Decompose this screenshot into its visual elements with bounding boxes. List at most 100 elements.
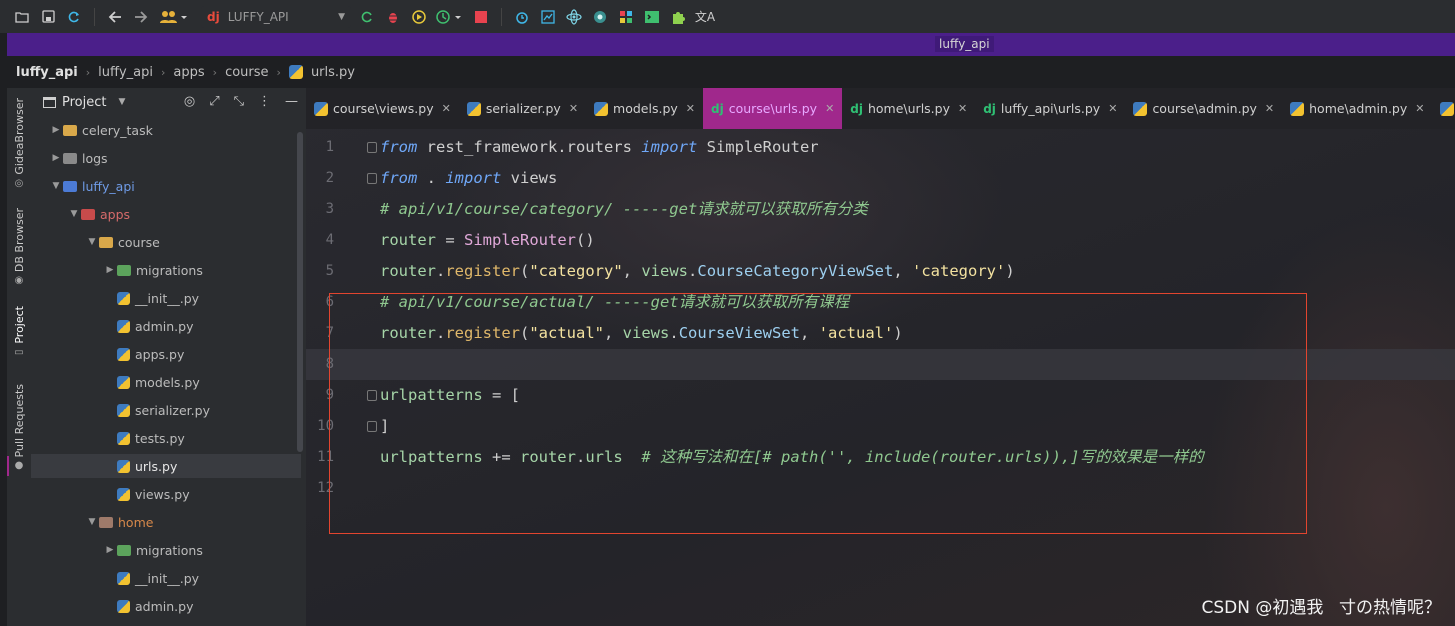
code-line[interactable]: 3 # api/v1/course/category/ -----get请求就可以… xyxy=(306,194,1455,225)
record-icon[interactable] xyxy=(590,7,610,27)
close-icon[interactable]: ✕ xyxy=(569,102,578,115)
forward-arrow-icon[interactable] xyxy=(131,7,151,27)
strip-project[interactable]: Project ▭ xyxy=(7,306,31,359)
chevron-right-icon[interactable]: ▶ xyxy=(103,545,117,555)
sync-icon[interactable] xyxy=(64,7,84,27)
breadcrumb-root[interactable]: luffy_api xyxy=(16,65,78,80)
tree-item[interactable]: __init__.py xyxy=(31,286,301,310)
options-icon[interactable]: ⋮ xyxy=(258,94,271,109)
breadcrumb-item[interactable]: apps xyxy=(173,65,204,80)
code-line[interactable]: 8 xyxy=(306,349,1455,380)
chevron-down-icon[interactable]: ▼ xyxy=(118,97,125,107)
code-line[interactable]: 7 router.register("actual", views.CourseV… xyxy=(306,318,1455,349)
close-icon[interactable]: ✕ xyxy=(1415,102,1424,115)
locate-icon[interactable]: ◎ xyxy=(184,94,195,109)
tree-item[interactable]: views.py xyxy=(31,482,301,506)
tree-item[interactable]: apps.py xyxy=(31,342,301,366)
tree-item[interactable]: ▶ celery_task xyxy=(31,118,301,142)
breadcrumb-item[interactable]: urls.py xyxy=(311,65,355,80)
run-with-coverage-icon[interactable] xyxy=(409,7,429,27)
tree-item[interactable]: ▶ migrations xyxy=(31,258,301,282)
code-token: views xyxy=(641,262,689,280)
toolbar-separator xyxy=(94,7,95,26)
profile-dropdown-icon[interactable] xyxy=(435,7,465,27)
terminal-icon[interactable] xyxy=(642,7,662,27)
layout-icon[interactable] xyxy=(616,7,636,27)
close-icon[interactable]: ✕ xyxy=(686,102,695,115)
editor-tab[interactable]: serializer.py ✕ xyxy=(459,88,586,129)
chevron-down-icon[interactable]: ▼ xyxy=(67,209,81,219)
code-line[interactable]: 1 from rest_framework.routers import Simp… xyxy=(306,132,1455,163)
editor-tab[interactable]: course\views.py ✕ xyxy=(306,88,459,129)
users-dropdown-icon[interactable] xyxy=(157,7,191,27)
chevron-right-icon[interactable]: ▶ xyxy=(49,153,63,163)
tree-item[interactable]: admin.py xyxy=(31,594,301,618)
collapse-all-icon[interactable]: ⤡ xyxy=(234,94,244,109)
editor-tab[interactable]: home\admin.py ✕ xyxy=(1282,88,1432,129)
tree-item[interactable]: models.py xyxy=(31,370,301,394)
open-folder-icon[interactable] xyxy=(12,7,32,27)
code-token: . xyxy=(575,448,586,466)
code-line[interactable]: 10] xyxy=(306,411,1455,442)
rerun-icon[interactable] xyxy=(357,7,377,27)
translate-icon[interactable]: 文A xyxy=(694,7,716,27)
fold-icon[interactable] xyxy=(367,142,377,153)
chevron-down-icon[interactable]: ▼ xyxy=(85,237,99,247)
strip-db-browser[interactable]: DB Browser ◉ xyxy=(7,208,31,287)
editor-tab[interactable]: dj home\urls.py ✕ xyxy=(842,88,975,129)
code-line[interactable]: 11 urlpatterns += router.urls # 这种写法和在[# … xyxy=(306,442,1455,473)
code-line[interactable]: 2 from . import views xyxy=(306,163,1455,194)
tree-item[interactable]: ▼ luffy_api xyxy=(31,174,301,198)
fold-icon[interactable] xyxy=(367,390,377,401)
editor-tab[interactable]: course\admin.py ✕ xyxy=(1125,88,1282,129)
fold-icon[interactable] xyxy=(367,421,377,432)
code-line[interactable]: 4 router = SimpleRouter() xyxy=(306,225,1455,256)
tree-item[interactable]: ▶ migrations xyxy=(31,538,301,562)
fold-icon[interactable] xyxy=(367,173,377,184)
editor-tab[interactable]: models.py ✕ xyxy=(586,88,703,129)
tree-item[interactable]: admin.py xyxy=(31,314,301,338)
strip-gideabrowser[interactable]: GideaBrowser ◎ xyxy=(7,98,31,190)
chevron-down-icon[interactable]: ▼ xyxy=(85,517,99,527)
project-view-select[interactable]: Project xyxy=(62,95,106,110)
breadcrumb-item[interactable]: course xyxy=(225,65,268,80)
close-icon[interactable]: ✕ xyxy=(958,102,967,115)
save-icon[interactable] xyxy=(38,7,58,27)
tree-item[interactable]: __init__.py xyxy=(31,566,301,590)
debug-bug-icon[interactable] xyxy=(383,7,403,27)
tree-item[interactable]: tests.py xyxy=(31,426,301,450)
close-icon[interactable]: ✕ xyxy=(825,102,834,115)
code-area[interactable]: 1 from rest_framework.routers import Simp… xyxy=(306,129,1455,626)
plugin-icon[interactable] xyxy=(668,7,688,27)
code-line[interactable]: 6 # api/v1/course/actual/ -----get请求就可以获取… xyxy=(306,287,1455,318)
timer-icon[interactable] xyxy=(512,7,532,27)
editor-tab[interactable]: 查看任务结 xyxy=(1432,88,1455,129)
close-icon[interactable]: ✕ xyxy=(442,102,451,115)
strip-pull-requests[interactable]: Pull Requests ● xyxy=(7,384,31,472)
code-line[interactable]: 9 urlpatterns = [ xyxy=(306,380,1455,411)
tree-item[interactable]: serializer.py xyxy=(31,398,301,422)
tree-item[interactable]: urls.py xyxy=(31,454,301,478)
editor-tab[interactable]: dj course\urls.py ✕ xyxy=(703,88,843,129)
breadcrumb-item[interactable]: luffy_api xyxy=(98,65,153,80)
expand-all-icon[interactable]: ⤢ xyxy=(209,94,219,109)
atom-icon[interactable] xyxy=(564,7,584,27)
back-arrow-icon[interactable] xyxy=(105,7,125,27)
chevron-right-icon[interactable]: ▶ xyxy=(49,125,63,135)
chevron-right-icon[interactable]: ▶ xyxy=(103,265,117,275)
hide-icon[interactable]: — xyxy=(285,94,298,109)
chart-icon[interactable] xyxy=(538,7,558,27)
scrollbar[interactable] xyxy=(297,132,303,452)
close-icon[interactable]: ✕ xyxy=(1108,102,1117,115)
code-line[interactable]: 5 router.register("category", views.Cours… xyxy=(306,256,1455,287)
tree-item[interactable]: ▼ home xyxy=(31,510,301,534)
run-configuration-select[interactable]: dj LUFFY_API ▼ xyxy=(201,5,351,28)
close-icon[interactable]: ✕ xyxy=(1265,102,1274,115)
tree-item[interactable]: ▼ course xyxy=(31,230,301,254)
chevron-down-icon[interactable]: ▼ xyxy=(49,181,63,191)
code-line[interactable]: 12 xyxy=(306,473,1455,504)
tree-item[interactable]: ▶ logs xyxy=(31,146,301,170)
editor-tab[interactable]: dj luffy_api\urls.py ✕ xyxy=(975,88,1125,129)
tree-item[interactable]: ▼ apps xyxy=(31,202,301,226)
stop-icon[interactable] xyxy=(471,7,491,27)
